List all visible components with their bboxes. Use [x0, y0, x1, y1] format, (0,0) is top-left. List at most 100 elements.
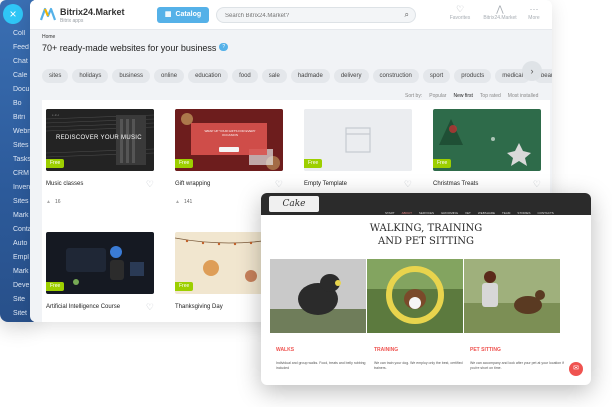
preview-nav-item[interactable]: ABOUT [402, 211, 412, 215]
card-title[interactable]: Music classes [46, 181, 83, 187]
chevron-right-icon: › [530, 66, 534, 76]
tag-chip[interactable]: food [232, 69, 258, 83]
tag-chip[interactable]: sites [42, 69, 69, 83]
training-text: We can train your dog. We employ only th… [374, 361, 463, 370]
tag-chip[interactable]: online [154, 69, 185, 83]
card-stat: ▲ 141 [175, 199, 192, 205]
breadcrumb[interactable]: Home [42, 34, 55, 40]
title-badge[interactable]: ? [219, 43, 229, 51]
more-icon: ⋯ [529, 4, 539, 14]
card-thumbnail[interactable]: Free [46, 232, 154, 294]
preview-nav-item[interactable]: CONTACTS [538, 211, 554, 215]
free-badge: Free [46, 282, 65, 291]
preview-nav-item[interactable]: GROOMING [441, 211, 458, 215]
left-sidebar: × Coll Feed Chat Cale Docu Bo Bitri Webm… [0, 0, 34, 322]
catalog-label: Catalog [175, 11, 202, 18]
top-bar: Bitrix24.Market Bitrix apps ▦Catalog ⌕ ♡… [30, 0, 552, 30]
preview-logo[interactable]: Cake [269, 196, 319, 212]
card-title[interactable]: Christmas Treats [433, 181, 478, 187]
training-title: TRAINING [374, 347, 399, 353]
heart-icon[interactable]: ♡ [533, 179, 541, 190]
preview-nav-item[interactable]: STORIES [517, 211, 530, 215]
catalog-button[interactable]: ▦ Catalog [157, 7, 209, 23]
market-icon: ⋀ [496, 4, 504, 14]
pet-sitting-column: PET SITTING We can accompany and look af… [470, 347, 564, 371]
svg-text:♪ ♫ ♪: ♪ ♫ ♪ [52, 113, 59, 117]
card-title[interactable]: Artificial Intelligence Course [46, 304, 120, 310]
heart-icon[interactable]: ♡ [146, 179, 154, 190]
card-thumb-caption: REDISCOVER YOUR MUSIC [56, 135, 142, 141]
card-title[interactable]: Empty Template [304, 181, 347, 187]
card-thumb-caption: WRAP UP YOUR GIFTS FOR EVERY OCCASION [204, 129, 256, 137]
brand-name: Bitrix24.Market [60, 7, 125, 17]
preview-nav-item[interactable]: SERVICES [419, 211, 434, 215]
preview-nav-item[interactable]: TEAM [502, 211, 510, 215]
sort-option[interactable]: Top rated [480, 93, 501, 99]
dog-walking-photo [270, 259, 366, 333]
favorites-button[interactable]: ♡ Favorites [442, 4, 478, 26]
installs-icon: ▲ [46, 199, 51, 205]
walks-text: Individual and group walks. Food, treats… [276, 361, 366, 370]
card-thumbnail[interactable]: WRAP UP YOUR GIFTS FOR EVERY OCCASION Fr… [175, 109, 283, 171]
preview-headline-line: AND PET SITTING [377, 236, 475, 247]
free-badge: Free [175, 159, 194, 168]
search-icon[interactable]: ⌕ [405, 10, 409, 20]
tag-chip[interactable]: business [112, 69, 151, 83]
heart-icon[interactable]: ♡ [275, 179, 283, 190]
tag-list: sites holidays business online education food… [42, 64, 552, 83]
training-column: TRAINING We can train your dog. We emplo… [374, 347, 468, 371]
search-input[interactable] [225, 10, 395, 21]
sort-label: Sort by: [405, 93, 423, 99]
sort-bar: Sort by: Popular New first Top rated Most in… [405, 93, 545, 99]
pet-sitting-text: We can accompany and look after your pet… [470, 361, 564, 370]
tag-chip[interactable]: hadmade [290, 69, 330, 83]
preview-nav-item[interactable]: VET [465, 211, 471, 215]
installs-icon: ▲ [175, 199, 180, 205]
install-count: 141 [183, 199, 193, 205]
dog-training-photo [367, 259, 463, 333]
more-button[interactable]: ⋯ More [520, 4, 548, 26]
card-thumbnail[interactable]: ♪ ♫ ♪ REDISCOVER YOUR MUSIC Free [46, 109, 154, 171]
tag-chip[interactable]: sport [422, 69, 451, 83]
preview-headline-line: WALKING, TRAINING [369, 223, 483, 234]
tag-chip[interactable]: delivery [333, 69, 369, 83]
heart-icon[interactable]: ♡ [146, 302, 154, 313]
template-preview[interactable]: Cake START ABOUT SERVICES GROOMING VET WEBSHA… [261, 193, 591, 385]
search-box[interactable]: ⌕ [216, 7, 416, 23]
preview-nav: START ABOUT SERVICES GROOMING VET WEBSHARE TEA… [385, 201, 561, 219]
tag-chip[interactable]: holidays [72, 69, 109, 83]
more-label: More [528, 15, 540, 21]
preview-nav-item[interactable]: START [385, 211, 395, 215]
tags-next-button[interactable]: › [522, 61, 542, 81]
chat-icon[interactable]: ✉ [569, 362, 583, 376]
card-thumbnail[interactable]: Free [304, 109, 412, 171]
tag-chip[interactable]: education [188, 69, 229, 83]
card-title[interactable]: Gift wrapping [175, 181, 210, 187]
install-count: 16 [54, 199, 61, 205]
free-badge: Free [433, 159, 452, 168]
market-button[interactable]: ⋀ Bitrix24.Market [478, 4, 522, 26]
heart-icon: ♡ [455, 4, 465, 14]
preview-photos [270, 259, 560, 333]
close-icon[interactable]: × [3, 4, 23, 24]
brand-subtitle: Bitrix apps [60, 18, 84, 24]
sort-option[interactable]: Most installed [508, 93, 539, 99]
market-label: Bitrix24.Market [483, 15, 517, 21]
preview-nav-item[interactable]: WEBSHARE [478, 211, 495, 215]
page-title-text: 70+ ready-made websites for your busines… [42, 43, 217, 53]
tag-chip[interactable]: products [454, 69, 492, 83]
screenshot-stage: × Coll Feed Chat Cale Docu Bo Bitri Webm… [0, 0, 612, 407]
card-title[interactable]: Thanksgiving Day [175, 304, 223, 310]
grid-icon: ▦ [164, 11, 172, 18]
card-thumbnail[interactable]: Free [433, 109, 541, 171]
free-badge: Free [175, 282, 194, 291]
walks-title: WALKS [276, 347, 295, 353]
heart-icon[interactable]: ♡ [404, 179, 412, 190]
free-badge: Free [304, 159, 323, 168]
tag-chip[interactable]: construction [372, 69, 419, 83]
page-title: 70+ ready-made websites for your busines… [42, 43, 229, 53]
tag-chip[interactable]: sale [261, 69, 287, 83]
sort-option[interactable]: Popular [429, 93, 446, 99]
sort-option[interactable]: New first [453, 93, 472, 99]
preview-nav-bar: Cake START ABOUT SERVICES GROOMING VET WEBSHA… [261, 193, 591, 215]
